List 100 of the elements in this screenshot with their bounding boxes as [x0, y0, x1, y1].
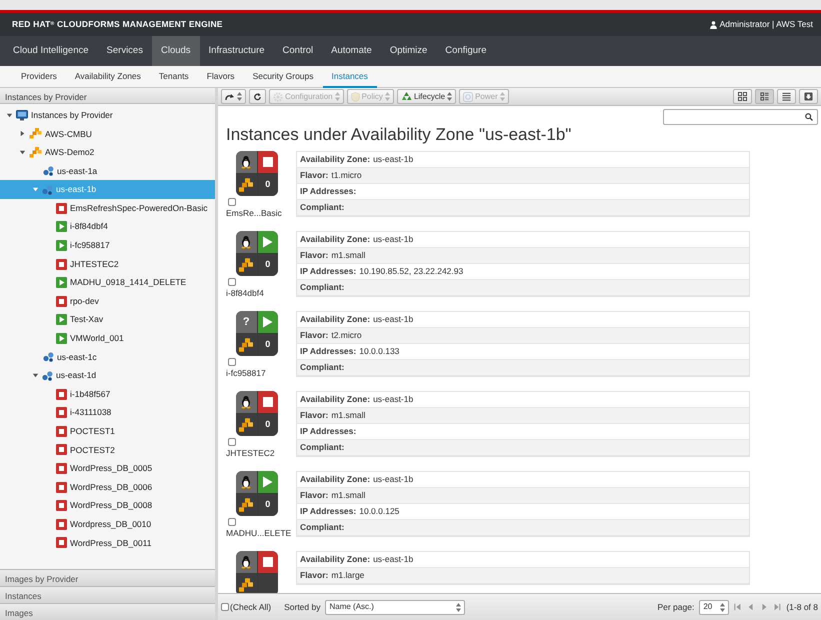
instance-quadicon[interactable]: 0 — [236, 151, 278, 196]
sort-select[interactable]: Name (Asc.) — [325, 600, 466, 614]
nav-tab[interactable]: Optimize — [380, 36, 436, 66]
tree-item[interactable]: WordPress_DB_0005 — [0, 459, 215, 478]
instance-quadicon[interactable] — [236, 551, 278, 593]
tree-item[interactable]: POCTEST2 — [0, 440, 215, 460]
cubes-icon — [239, 258, 254, 272]
refresh-button[interactable] — [249, 89, 266, 104]
list-view-icon — [782, 92, 791, 101]
select-checkbox[interactable] — [228, 358, 236, 366]
tree-item[interactable]: us-east-1a — [0, 162, 215, 180]
stop-icon — [262, 397, 273, 407]
penguin-icon — [240, 475, 252, 489]
nav-tab[interactable]: Automate — [322, 36, 381, 66]
tree-item[interactable]: us-east-1d — [0, 366, 215, 385]
per-page-select[interactable]: 20 — [699, 600, 730, 614]
subnav-tab[interactable]: Tenants — [150, 66, 198, 88]
user-menu[interactable]: Administrator | AWS Test — [720, 18, 813, 31]
detail-row: Flavor: m1.small — [297, 488, 749, 504]
tree-item[interactable]: AWS-Demo2 — [0, 143, 215, 162]
check-all-checkbox[interactable] — [221, 603, 229, 611]
tree-item[interactable]: i-fc958817 — [0, 236, 215, 255]
nav-tab[interactable]: Control — [274, 36, 322, 66]
lifecycle-button[interactable]: Lifecycle — [396, 89, 456, 104]
tree-item[interactable]: i-8f84dbf4 — [0, 218, 215, 236]
tree-item[interactable]: us-east-1c — [0, 348, 215, 366]
tree-item[interactable]: MADHU_0918_1414_DELETE — [0, 273, 215, 292]
penguin-icon — [240, 155, 252, 169]
list-view-button[interactable] — [777, 89, 796, 104]
subnav-tab[interactable]: Providers — [12, 66, 66, 88]
tree-item[interactable]: WordPress_DB_0008 — [0, 496, 215, 516]
tree-item[interactable]: EmsRefreshSpec-PoweredOn-Basic — [0, 198, 215, 218]
subnav-tab[interactable]: Flavors — [198, 66, 244, 88]
instance-name[interactable]: i-8f84dbf4 — [226, 287, 264, 300]
tile-view-icon — [760, 92, 769, 101]
instance-name[interactable]: EmsRe...Basic — [226, 207, 282, 220]
subnav-tab[interactable]: Security Groups — [244, 66, 323, 88]
detail-row: Flavor: m1.small — [297, 408, 749, 424]
accordion-header[interactable]: Instances — [0, 586, 215, 603]
stop-icon — [262, 557, 273, 567]
tree-item[interactable]: JHTESTEC2 — [0, 254, 215, 274]
cubes-icon — [239, 418, 254, 432]
tree-item[interactable]: WordPress_DB_0006 — [0, 478, 215, 496]
cluster-icon — [43, 166, 54, 176]
penguin-icon — [240, 395, 252, 409]
subnav-tab[interactable]: Availability Zones — [66, 66, 150, 88]
tile-view-button[interactable] — [755, 89, 774, 104]
accordion-header[interactable]: Images — [0, 603, 215, 620]
nav-tab[interactable]: Cloud Intelligence — [4, 36, 98, 66]
nav-tab[interactable]: Configure — [436, 36, 496, 66]
tree-item[interactable]: VMWorld_001 — [0, 329, 215, 348]
snapshot-count: 0 — [265, 338, 270, 352]
snapshot-count: 0 — [265, 258, 270, 272]
tree-item[interactable]: WordPress_DB_0011 — [0, 534, 215, 552]
select-checkbox[interactable] — [228, 518, 236, 526]
snapshot-count: 0 — [265, 498, 270, 512]
nav-tab[interactable]: Services — [98, 36, 152, 66]
detail-row: Compliant: — [297, 440, 749, 456]
select-checkbox[interactable] — [228, 438, 236, 446]
cubes-icon — [239, 178, 254, 192]
tree-item[interactable]: Wordpress_DB_0010 — [0, 515, 215, 534]
tree-item[interactable]: i-1b48f567 — [0, 384, 215, 404]
grid-view-button[interactable] — [733, 89, 752, 104]
instance-name[interactable]: JHTESTEC2 — [226, 447, 275, 460]
penguin-icon — [240, 555, 252, 569]
check-all-label[interactable]: (Check All) — [230, 600, 272, 614]
shield-icon — [350, 92, 360, 102]
refresh-icon — [253, 92, 262, 102]
nav-tab[interactable]: Clouds — [152, 36, 200, 66]
detail-row: Flavor: m1.large — [297, 568, 749, 584]
tree-item[interactable]: Test-Xav — [0, 310, 215, 330]
download-view-button[interactable] — [799, 89, 818, 104]
history-button[interactable] — [221, 89, 246, 104]
search-field[interactable] — [663, 109, 818, 125]
select-checkbox[interactable] — [228, 198, 236, 206]
tree-item[interactable]: rpo-dev — [0, 292, 215, 311]
updown-caret-icon — [500, 92, 505, 101]
instance-quadicon[interactable]: 0 — [236, 231, 278, 276]
select-checkbox[interactable] — [228, 278, 236, 286]
instance-quadicon[interactable]: 0 — [236, 471, 278, 516]
penguin-icon — [240, 235, 252, 249]
grid-view-icon — [738, 92, 747, 101]
instance-name[interactable]: MADHU...ELETE — [226, 527, 292, 540]
cubes-icon — [239, 578, 254, 592]
tree-item[interactable]: Instances by Provider — [0, 106, 215, 125]
accordion-header[interactable]: Images by Provider — [0, 569, 215, 586]
power-icon — [463, 92, 474, 102]
instance-quadicon[interactable]: ? 0 — [236, 311, 278, 356]
instance-name[interactable]: i-fc958817 — [226, 367, 266, 380]
instance-quadicon[interactable]: 0 — [236, 391, 278, 436]
snapshot-count: 0 — [265, 418, 270, 432]
previous-page-icon — [747, 603, 756, 611]
tree-item[interactable]: AWS-CMBU — [0, 124, 215, 144]
snapshot-count: 0 — [265, 178, 270, 192]
tree-item[interactable]: i-43111038 — [0, 404, 215, 422]
cluster-icon — [42, 370, 53, 381]
tree-item[interactable]: POCTEST1 — [0, 422, 215, 441]
page-range: (1-8 of 8 — [786, 600, 818, 614]
nav-tab[interactable]: Infrastructure — [200, 36, 274, 66]
detail-row: Compliant: — [297, 280, 749, 296]
